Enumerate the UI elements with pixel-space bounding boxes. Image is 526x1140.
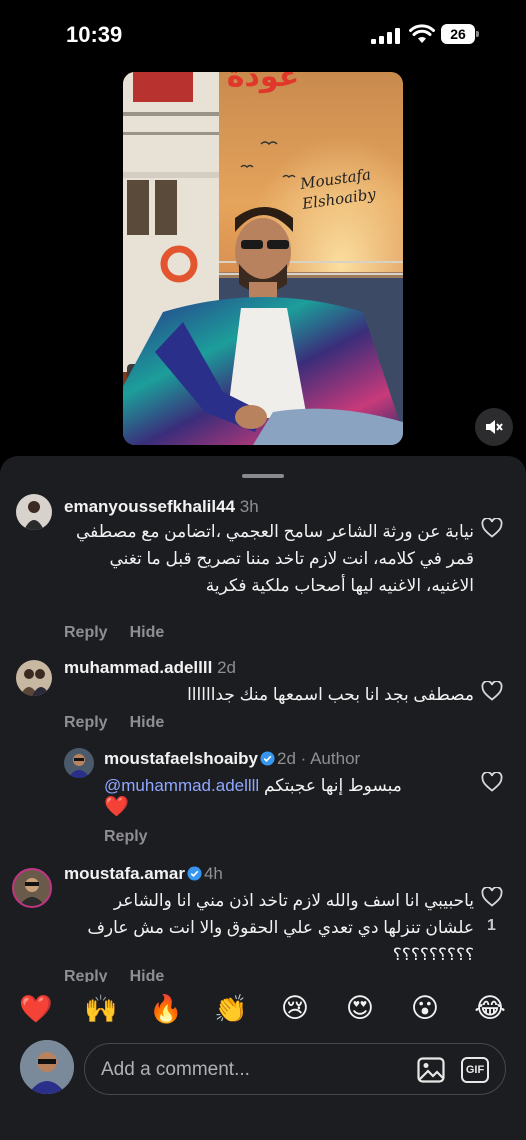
hide-button[interactable]: Hide: [130, 624, 165, 641]
avatar[interactable]: [12, 868, 52, 908]
avatar[interactable]: [64, 748, 94, 778]
emoji-crying[interactable]: 😢: [277, 993, 313, 1024]
author-label: Author: [310, 749, 361, 768]
comment-composer: Add a comment... GIF: [0, 1035, 526, 1140]
emoji-surprised[interactable]: 😮: [407, 993, 443, 1024]
emoji-raised-hands[interactable]: 🙌: [83, 993, 119, 1025]
status-bar: 10:39 26: [0, 0, 526, 70]
verified-badge-icon: [187, 866, 202, 881]
comment-time: 4h: [203, 864, 223, 883]
hide-button[interactable]: Hide: [130, 714, 165, 731]
reply-emoji: ❤️: [104, 796, 129, 818]
mute-button[interactable]: [475, 408, 513, 446]
image-icon[interactable]: [417, 1057, 445, 1083]
like-heart-icon[interactable]: [481, 518, 503, 538]
comment-actions: Reply: [104, 828, 170, 846]
like-heart-icon[interactable]: [481, 681, 503, 701]
comment-text: مصطفى بجد انا بحب اسمعها منك جداااااا: [187, 685, 474, 704]
gif-button[interactable]: GIF: [461, 1057, 489, 1083]
comment-time: 2d: [277, 749, 296, 768]
comment-text: نيابة عن ورثة الشاعر سامح العجمي ،اتضامن…: [76, 522, 474, 595]
comment-actions: Reply Hide: [64, 714, 186, 732]
reply-button[interactable]: Reply: [64, 624, 108, 641]
emoji-fire[interactable]: 🔥: [148, 993, 184, 1025]
comment-input[interactable]: Add a comment... GIF: [84, 1043, 506, 1095]
cellular-signal-icon: [371, 28, 400, 44]
comment-input-placeholder: Add a comment...: [101, 1059, 250, 1080]
like-heart-icon[interactable]: [481, 887, 503, 907]
battery-icon: 26: [441, 24, 479, 44]
reply-button[interactable]: Reply: [64, 714, 108, 731]
battery-level: 26: [441, 24, 475, 44]
comment-username[interactable]: moustafa.amar 4h: [64, 864, 223, 884]
status-time: 10:39: [66, 22, 123, 47]
speaker-muted-icon: [486, 420, 503, 434]
reply-username[interactable]: moustafaelshoaiby 2d · Author: [104, 749, 360, 769]
comment-time: 3h: [239, 497, 259, 516]
sheet-drag-handle[interactable]: [242, 474, 284, 478]
emoji-laughing[interactable]: 😂: [472, 993, 508, 1024]
emoji-clap[interactable]: 👏: [213, 993, 249, 1025]
comment-actions: Reply Hide: [64, 968, 186, 982]
verified-badge-icon: [260, 751, 275, 766]
post-media[interactable]: عودة Moustafa Elshoaiby: [123, 72, 403, 445]
like-count: 1: [487, 917, 496, 934]
wifi-icon: [409, 24, 435, 43]
poster-title: عودة: [227, 72, 299, 94]
comment-username[interactable]: muhammad.adellll 2d: [64, 658, 236, 678]
avatar[interactable]: [16, 660, 52, 696]
hide-button[interactable]: Hide: [130, 968, 165, 982]
like-heart-icon[interactable]: [481, 772, 503, 792]
comment-text: ياحبيبي انا اسف والله لازم تاخد اذن مني …: [87, 891, 474, 964]
poster-image: عودة Moustafa Elshoaiby: [123, 72, 403, 445]
comment-username[interactable]: emanyoussefkhalil44 3h: [64, 497, 259, 517]
current-user-avatar: [20, 1040, 74, 1094]
avatar[interactable]: [16, 494, 52, 530]
emoji-heart[interactable]: ❤️: [18, 993, 54, 1025]
reply-button[interactable]: Reply: [104, 828, 148, 845]
comment-actions: Reply Hide: [64, 624, 186, 642]
comment-time: 2d: [217, 658, 236, 677]
reply-button[interactable]: Reply: [64, 968, 108, 982]
emoji-quick-bar: ❤️ 🙌 🔥 👏 😢 😍 😮 😂: [0, 985, 526, 1035]
mention-link[interactable]: @muhammad.adellll: [104, 776, 259, 795]
reply-text: @muhammad.adellll مبسوط إنها عجبتكم: [104, 776, 402, 795]
emoji-heart-eyes[interactable]: 😍: [342, 993, 378, 1024]
